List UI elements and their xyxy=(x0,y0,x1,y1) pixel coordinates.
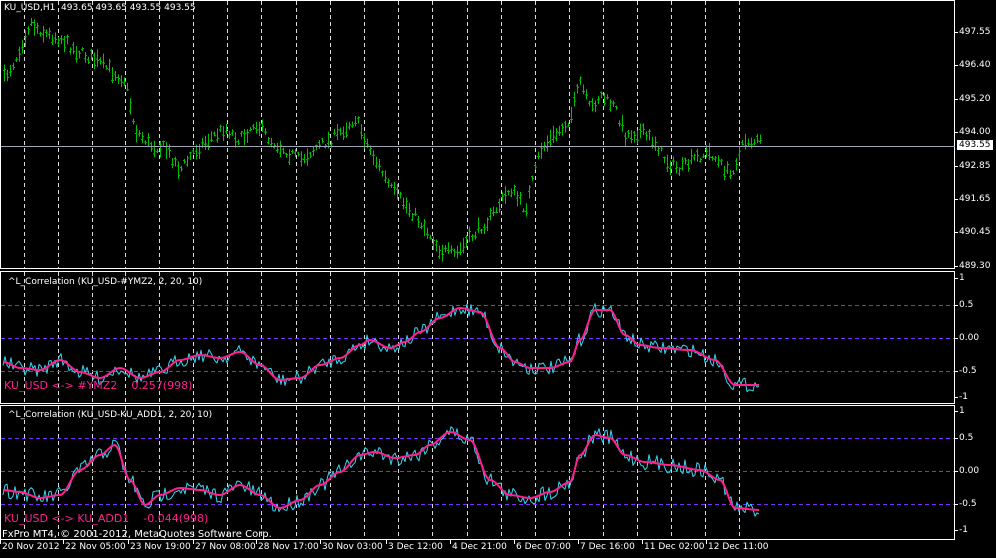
chart-title: KU_USD,H1 493.65 493.65 493.55 493.55 xyxy=(4,3,196,13)
correlation-label-2: KU_USD <-> KU_ADD1 -0.044(998) xyxy=(4,512,209,525)
time-tick-label: 4 Dec 21:00 xyxy=(452,542,507,552)
indicator-tick-label: 0.5 xyxy=(959,433,974,443)
time-tick-label: 6 Dec 07:00 xyxy=(516,542,571,552)
price-tick-label: 494.00 xyxy=(959,127,991,137)
time-tick-label: 27 Nov 08:00 xyxy=(195,542,256,552)
price-tick-label: 491.65 xyxy=(959,194,991,204)
time-tick-label: 7 Dec 16:00 xyxy=(580,542,635,552)
indicator-tick-label: 1 xyxy=(959,406,965,416)
indicator-title-1: ^L_Correlation (KU_USD-#YMZ2, 2, 20, 10) xyxy=(8,277,203,287)
indicator-tick-label: -0.5 xyxy=(959,366,977,376)
price-tick-label: 497.55 xyxy=(959,27,991,37)
price-tick-label: 496.40 xyxy=(959,60,991,70)
indicator-tick-label: 1 xyxy=(959,273,965,283)
price-tick-label: 489.30 xyxy=(959,261,991,271)
time-tick-label: 23 Nov 19:00 xyxy=(130,542,191,552)
correlation-label-1: KU_USD <-> #YMZ2 0.257(998) xyxy=(4,379,193,392)
current-price-badge: 493.55 xyxy=(957,140,993,150)
indicator-tick-label: -1 xyxy=(959,392,968,402)
time-tick-label: 30 Nov 03:00 xyxy=(322,542,383,552)
indicator-tick-label: -0.5 xyxy=(959,499,977,509)
time-tick-label: 22 Nov 05:00 xyxy=(65,542,126,552)
copyright-text: FxPro MT4, © 2001-2012, MetaQuotes Softw… xyxy=(2,529,272,540)
price-tick-label: 492.85 xyxy=(959,161,991,171)
indicator-tick-label: 0.00 xyxy=(959,466,980,476)
price-tick-label: 490.45 xyxy=(959,227,991,237)
indicator-title-2: ^L_Correlation (KU_USD-KU_ADD1, 2, 20, 1… xyxy=(8,410,213,420)
indicator-tick-label: -1 xyxy=(959,525,968,535)
correlation-slow-line-1 xyxy=(2,307,759,386)
time-tick-label: 12 Dec 11:00 xyxy=(708,542,769,552)
time-tick-label: 11 Dec 02:00 xyxy=(644,542,705,552)
time-tick-label: 3 Dec 12:00 xyxy=(388,542,443,552)
time-tick-label: 20 Nov 2012 xyxy=(2,542,60,552)
indicator-tick-label: 0.00 xyxy=(959,333,980,343)
pane-frame xyxy=(0,0,955,269)
price-tick-label: 495.20 xyxy=(959,94,991,104)
time-tick-label: 28 Nov 17:00 xyxy=(258,542,319,552)
indicator-tick-label: 0.5 xyxy=(959,300,974,310)
